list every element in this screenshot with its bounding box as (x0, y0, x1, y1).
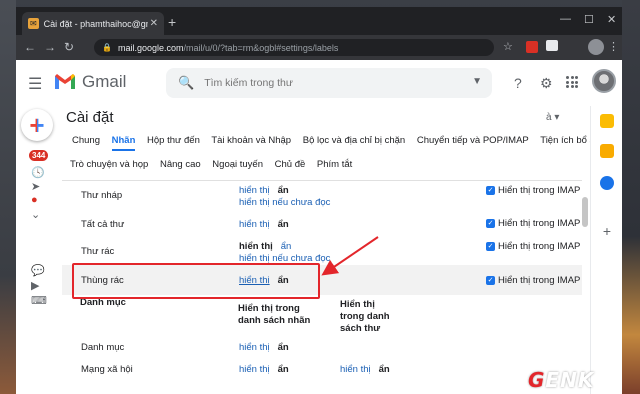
desktop-background-left (0, 0, 16, 394)
scrollbar-thumb[interactable] (582, 197, 588, 227)
calendar-icon[interactable] (600, 114, 614, 128)
get-addons-icon[interactable]: + (600, 224, 614, 238)
annotation-arrow-icon (321, 236, 379, 276)
side-panel: + (590, 106, 622, 394)
tasks-icon[interactable] (600, 176, 614, 190)
keep-icon[interactable] (600, 144, 614, 158)
desktop-background-right (622, 0, 640, 394)
browser-window: ✉ Cài đặt - phamthaihoc@gmail.co ✕ + — ☐… (16, 7, 622, 394)
